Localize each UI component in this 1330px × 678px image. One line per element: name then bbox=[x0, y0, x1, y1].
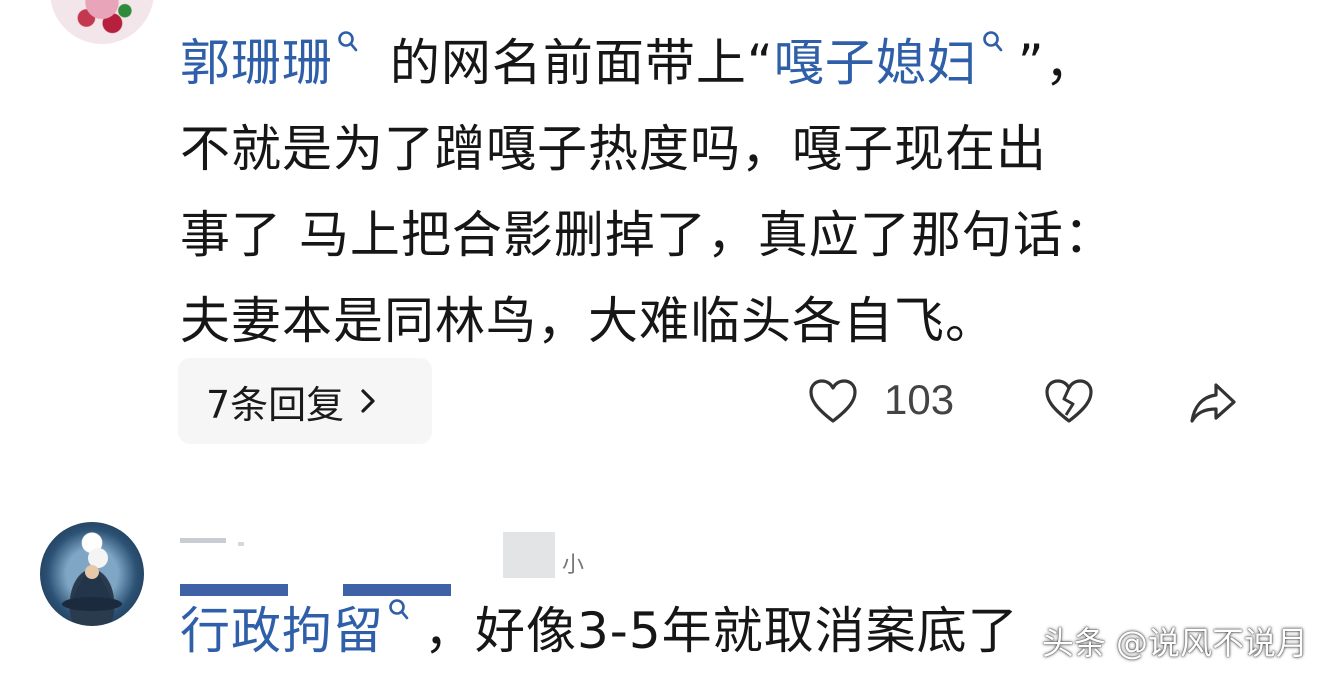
search-icon bbox=[338, 31, 358, 52]
chevron-right-icon bbox=[361, 389, 375, 413]
comment-body: 郭珊珊 的网名前面带上“嘎子媳妇”， 不就是为了蹭嘎子热度吗，嘎子现在出 事了 … bbox=[180, 20, 1280, 364]
meditating-figure-icon bbox=[62, 548, 122, 611]
search-icon bbox=[982, 31, 1003, 52]
watermark: 头条 @说风不说月 bbox=[1041, 624, 1308, 662]
heart-icon[interactable] bbox=[806, 375, 860, 429]
avatar[interactable] bbox=[50, 0, 154, 44]
comment-line-1: 郭珊珊 的网名前面带上“嘎子媳妇”， bbox=[180, 20, 1280, 106]
mention-link-user[interactable]: 郭珊珊 bbox=[180, 31, 373, 92]
mention-link-keyword[interactable]: 嘎子媳妇 bbox=[774, 31, 1018, 92]
replies-label: 7条回复 bbox=[206, 382, 345, 427]
svg-text:小: 小 bbox=[562, 553, 584, 578]
share-arrow-icon[interactable] bbox=[1186, 375, 1240, 429]
comment-line-4: 夫妻本是同林鸟，大难临头各自飞。 bbox=[180, 292, 996, 350]
mention-link-keyword[interactable]: 行政拘留 bbox=[180, 599, 424, 660]
like-count: 103 bbox=[884, 376, 955, 423]
comment-line-3: 事了 马上把合影删掉了，真应了那句话： bbox=[180, 206, 1115, 264]
search-icon bbox=[389, 599, 409, 620]
avatar[interactable] bbox=[40, 522, 144, 626]
comment-thread: 郭珊珊 的网名前面带上“嘎子媳妇”， 不就是为了蹭嘎子热度吗，嘎子现在出 事了 … bbox=[0, 0, 1330, 678]
comment-body: 行政拘留 ，好像3-5年就取消案底了 bbox=[180, 596, 1019, 666]
broken-heart-icon[interactable] bbox=[1042, 375, 1096, 429]
view-replies-button[interactable]: 7条回复 bbox=[178, 358, 432, 444]
comment-line-2: 不就是为了蹭嘎子热度吗，嘎子现在出 bbox=[180, 120, 1047, 178]
username-redacted: 小 bbox=[180, 532, 584, 596]
